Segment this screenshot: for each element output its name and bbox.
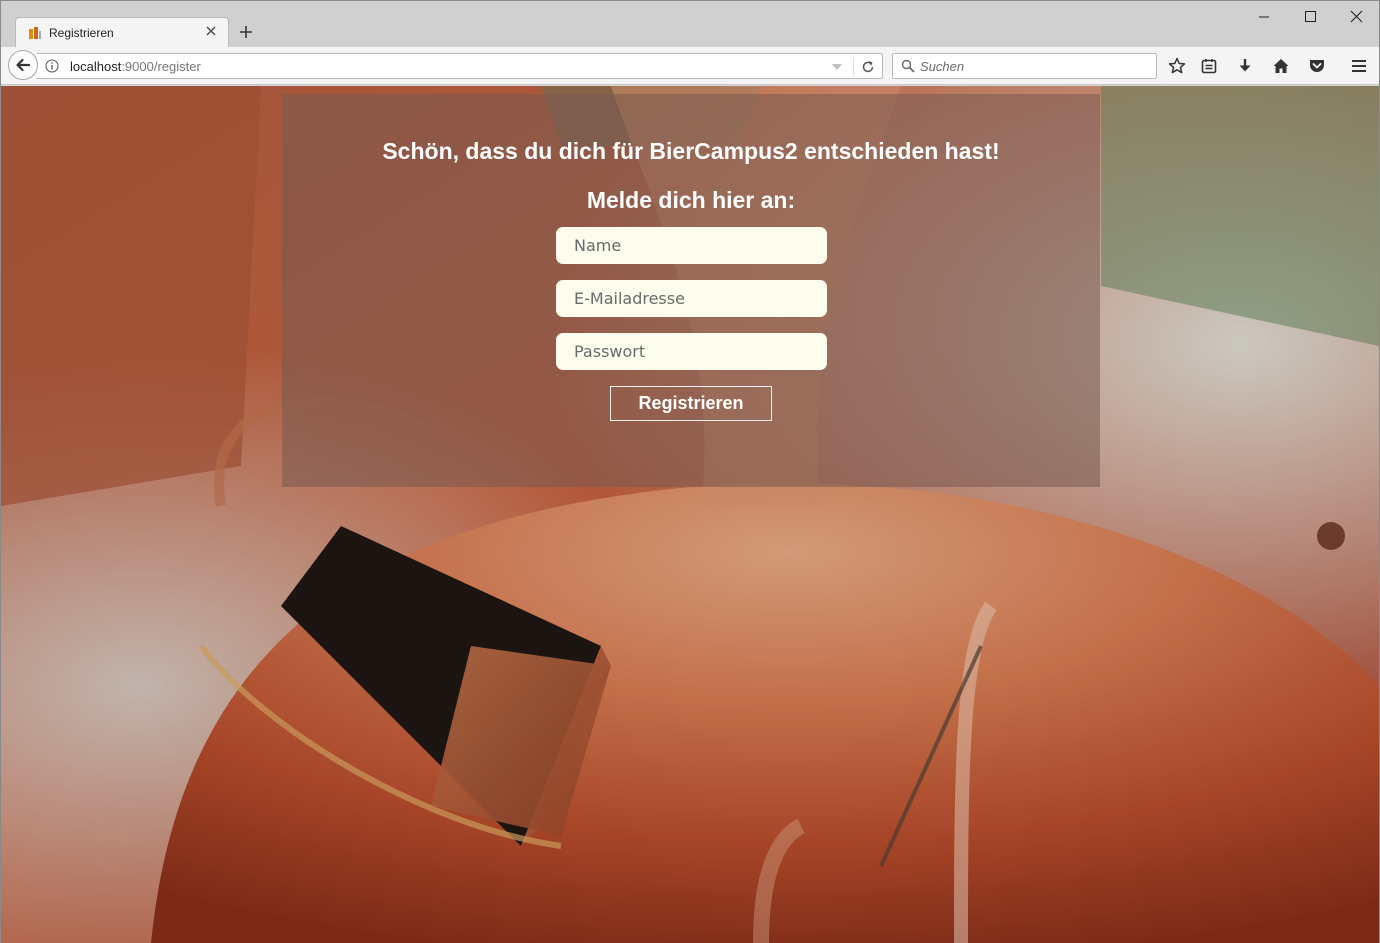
beer-favicon-icon	[29, 27, 41, 39]
tab-registrieren[interactable]: Registrieren	[15, 17, 229, 47]
close-icon[interactable]	[204, 24, 218, 38]
maximize-icon	[1305, 11, 1316, 22]
url-text[interactable]: localhost:9000/register	[70, 59, 201, 74]
menu-icon[interactable]	[1349, 56, 1369, 76]
search-icon	[901, 59, 915, 73]
browser-window: Registrieren localhost:9000/register Suc…	[0, 0, 1380, 943]
address-bar[interactable]: localhost:9000/register	[37, 53, 883, 79]
download-icon[interactable]	[1235, 56, 1255, 76]
info-icon[interactable]	[45, 59, 59, 73]
minimize-icon	[1259, 16, 1269, 18]
registration-card: Schön, dass du dich für BierCampus2 ents…	[282, 94, 1100, 487]
page-title: Schön, dass du dich für BierCampus2 ents…	[382, 138, 1000, 164]
pocket-icon[interactable]	[1307, 56, 1327, 76]
maximize-button[interactable]	[1287, 1, 1333, 33]
email-field[interactable]	[556, 280, 827, 317]
url-separator	[853, 58, 854, 76]
page-viewport: Schön, dass du dich für BierCampus2 ents…	[1, 86, 1379, 943]
window-controls	[1241, 1, 1379, 33]
chevron-down-icon[interactable]	[831, 62, 843, 72]
register-button[interactable]: Registrieren	[610, 386, 772, 421]
tab-title: Registrieren	[49, 26, 114, 40]
back-button[interactable]	[8, 50, 38, 80]
password-field[interactable]	[556, 333, 827, 370]
back-arrow-icon	[16, 58, 31, 72]
star-icon[interactable]	[1167, 56, 1187, 76]
url-host: localhost	[70, 59, 122, 74]
tab-bar: Registrieren	[1, 1, 1379, 47]
close-window-button[interactable]	[1333, 1, 1379, 33]
home-icon[interactable]	[1271, 56, 1291, 76]
reading-list-icon[interactable]	[1199, 56, 1219, 76]
search-bar[interactable]: Suchen	[892, 53, 1157, 79]
navigation-toolbar: localhost:9000/register Suchen	[1, 47, 1379, 85]
page-subtitle: Melde dich hier an:	[586, 187, 796, 213]
minimize-button[interactable]	[1241, 1, 1287, 33]
reload-icon[interactable]	[859, 58, 877, 76]
plus-icon[interactable]	[237, 23, 255, 41]
url-path: :9000/register	[121, 59, 201, 74]
name-field[interactable]	[556, 227, 827, 264]
close-window-icon	[1350, 10, 1363, 23]
search-placeholder: Suchen	[920, 59, 965, 74]
